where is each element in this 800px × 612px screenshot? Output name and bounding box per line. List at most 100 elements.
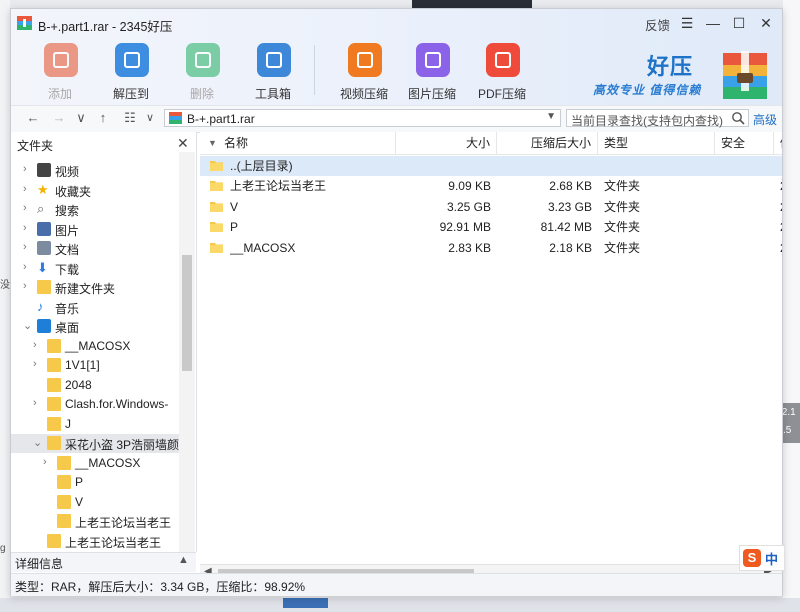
file-packed-size: 2.18 KB — [549, 240, 592, 255]
parent-directory-row[interactable]: ..(上层目录) — [200, 156, 782, 176]
tree-item[interactable]: J — [11, 415, 181, 434]
forward-button[interactable]: → — [51, 110, 67, 126]
toolbar-toolbox-label: 工具箱 — [254, 87, 291, 101]
tree-item[interactable]: 上老王论坛当老王 — [11, 512, 181, 531]
toolbar-add-button[interactable]: 添加 — [29, 41, 91, 103]
brand-area: 好压 高效专业 值得信赖 — [587, 49, 777, 103]
tree-item[interactable]: › __MACOSX — [11, 454, 181, 473]
advanced-search-link[interactable]: 高级 — [753, 111, 777, 128]
tree-item[interactable]: › 视频 — [11, 161, 181, 180]
search-icon[interactable] — [731, 111, 745, 125]
file-type: 文件夹 — [604, 240, 641, 255]
maximize-icon[interactable]: ☐ — [730, 14, 748, 32]
tree-item[interactable]: 2048 — [11, 376, 181, 395]
view-mode-dropdown[interactable]: ∨ — [142, 110, 158, 126]
up-folder-button[interactable]: ↑ — [95, 110, 111, 126]
toolbar-video-button[interactable]: 视频压缩 — [333, 41, 395, 103]
tree-item[interactable]: ⌄ 采花小盗 3P浩丽墙颜 — [11, 434, 181, 453]
column-security[interactable]: 安全 — [715, 132, 774, 154]
address-bar: ← → ∨ ↑ ☷ ∨ B-+.part1.rar ▼ 当前目录查找(支持包内查… — [11, 105, 782, 133]
chevron-right-icon[interactable]: › — [23, 163, 33, 175]
tree-item[interactable]: › Clash.for.Windows- — [11, 395, 181, 414]
box-extract-icon — [115, 43, 149, 77]
folder-icon — [210, 201, 223, 212]
box-add-icon — [44, 43, 78, 77]
tree-item-label: 上老王论坛当老王 — [75, 516, 172, 530]
search-input[interactable]: 当前目录查找(支持包内查找) — [566, 109, 749, 128]
tree-item-label: 2048 — [65, 377, 92, 392]
chevron-down-icon[interactable]: ⌄ — [23, 319, 33, 332]
close-icon[interactable]: ✕ — [757, 14, 775, 32]
column-size[interactable]: 大小 — [396, 132, 497, 154]
chevron-right-icon[interactable]: › — [33, 339, 43, 351]
tree-item[interactable]: › __MACOSX — [11, 337, 181, 356]
table-row[interactable]: __MACOSX 2.83 KB 2.18 KB 文件夹 202 — [200, 238, 782, 258]
toolbar-toolbox-button[interactable]: 工具箱 — [242, 41, 304, 103]
column-type[interactable]: 类型 — [598, 132, 715, 154]
chevron-right-icon[interactable]: › — [23, 241, 33, 253]
tree-item-label: 视频 — [55, 165, 80, 179]
ime-indicator[interactable]: S 中 — [739, 545, 785, 571]
background-left-strip: 没 g — [0, 0, 10, 612]
path-text: B-+.part1.rar — [187, 112, 255, 126]
background-bottom-strip — [0, 598, 800, 612]
column-name[interactable]: ▼ 名称 — [200, 132, 396, 154]
table-row[interactable]: 上老王论坛当老王 9.09 KB 2.68 KB 文件夹 202 — [200, 176, 782, 196]
chevron-up-icon[interactable]: ▲ — [178, 554, 189, 566]
tree-item[interactable]: ⌄ 桌面 — [11, 317, 181, 336]
history-dropdown-button[interactable]: ∨ — [73, 110, 89, 126]
tree-item[interactable]: › 文档 — [11, 239, 181, 258]
tree-item[interactable]: 上老王论坛当老王 — [11, 532, 181, 551]
chevron-right-icon[interactable]: › — [23, 183, 33, 195]
table-row[interactable]: V 3.25 GB 3.23 GB 文件夹 202 — [200, 197, 782, 217]
chevron-right-icon[interactable]: › — [23, 280, 33, 292]
file-type: 文件夹 — [604, 220, 641, 234]
tree-item[interactable]: › 新建文件夹 — [11, 278, 181, 297]
toolbar-pdf-button[interactable]: PDF压缩 — [471, 41, 533, 103]
folder-icon — [47, 377, 61, 392]
chevron-right-icon[interactable]: › — [23, 222, 33, 234]
details-panel-header[interactable]: 详细信息 ▲ — [11, 552, 196, 572]
minimize-icon[interactable]: — — [704, 14, 722, 32]
chevron-right-icon[interactable]: › — [23, 261, 33, 273]
search-placeholder: 当前目录查找(支持包内查找) — [571, 114, 723, 128]
tree-item[interactable]: › ⬇ 下载 — [11, 259, 181, 278]
chevron-right-icon[interactable]: › — [43, 456, 53, 468]
chevron-down-icon[interactable]: ⌄ — [33, 436, 43, 449]
chevron-right-icon[interactable]: › — [33, 358, 43, 370]
tree-scrollbar[interactable] — [179, 152, 195, 552]
folder-icon — [47, 436, 61, 450]
tree-item[interactable]: ♪ 音乐 — [11, 298, 181, 317]
tree-item[interactable]: › 1V1[1] — [11, 356, 181, 375]
music-icon: ♪ — [37, 298, 44, 314]
tree-item[interactable]: V — [11, 493, 181, 512]
path-field[interactable]: B-+.part1.rar ▼ — [164, 109, 561, 127]
close-panel-icon[interactable]: ✕ — [177, 135, 189, 152]
brand-name: 好压 — [647, 54, 694, 79]
column-packed-size[interactable]: 压缩后大小 — [497, 132, 598, 154]
tree-item-label: 桌面 — [55, 321, 80, 335]
tree-scrollbar-thumb[interactable] — [182, 255, 192, 371]
feedback-link[interactable]: 反馈 — [645, 15, 670, 34]
tree-item[interactable]: › 图片 — [11, 220, 181, 239]
tree-item[interactable]: › ⌕ 搜索 — [11, 200, 181, 219]
background-top-strip — [412, 0, 532, 8]
chevron-right-icon[interactable]: › — [23, 202, 33, 214]
search-icon: ⌕ — [37, 201, 45, 216]
file-packed-size: 2.68 KB — [549, 179, 592, 193]
toolbar-extract-button[interactable]: 解压到 — [100, 41, 162, 103]
view-mode-button[interactable]: ☷ — [122, 110, 138, 126]
chevron-right-icon[interactable]: › — [33, 397, 43, 409]
tree-item-label: 收藏夹 — [55, 184, 92, 199]
column-modified[interactable]: 修改 — [774, 132, 782, 154]
folder-tree-header: 文件夹 ✕ — [11, 134, 196, 154]
menu-icon[interactable]: ☰ — [678, 14, 696, 32]
toolbar-delete-button[interactable]: 删除 — [171, 41, 233, 103]
toolbar-image-button[interactable]: 图片压缩 — [401, 41, 463, 103]
table-row[interactable]: P 92.91 MB 81.42 MB 文件夹 202 — [200, 217, 782, 237]
app-window: B-+.part1.rar - 2345好压 反馈 ☰ — ☐ ✕ 添加 解压到 删… — [10, 8, 783, 596]
path-dropdown-icon[interactable]: ▼ — [546, 111, 556, 122]
back-button[interactable]: ← — [25, 110, 41, 126]
tree-item[interactable]: › ★ 收藏夹 — [11, 181, 181, 200]
tree-item[interactable]: P — [11, 473, 181, 492]
